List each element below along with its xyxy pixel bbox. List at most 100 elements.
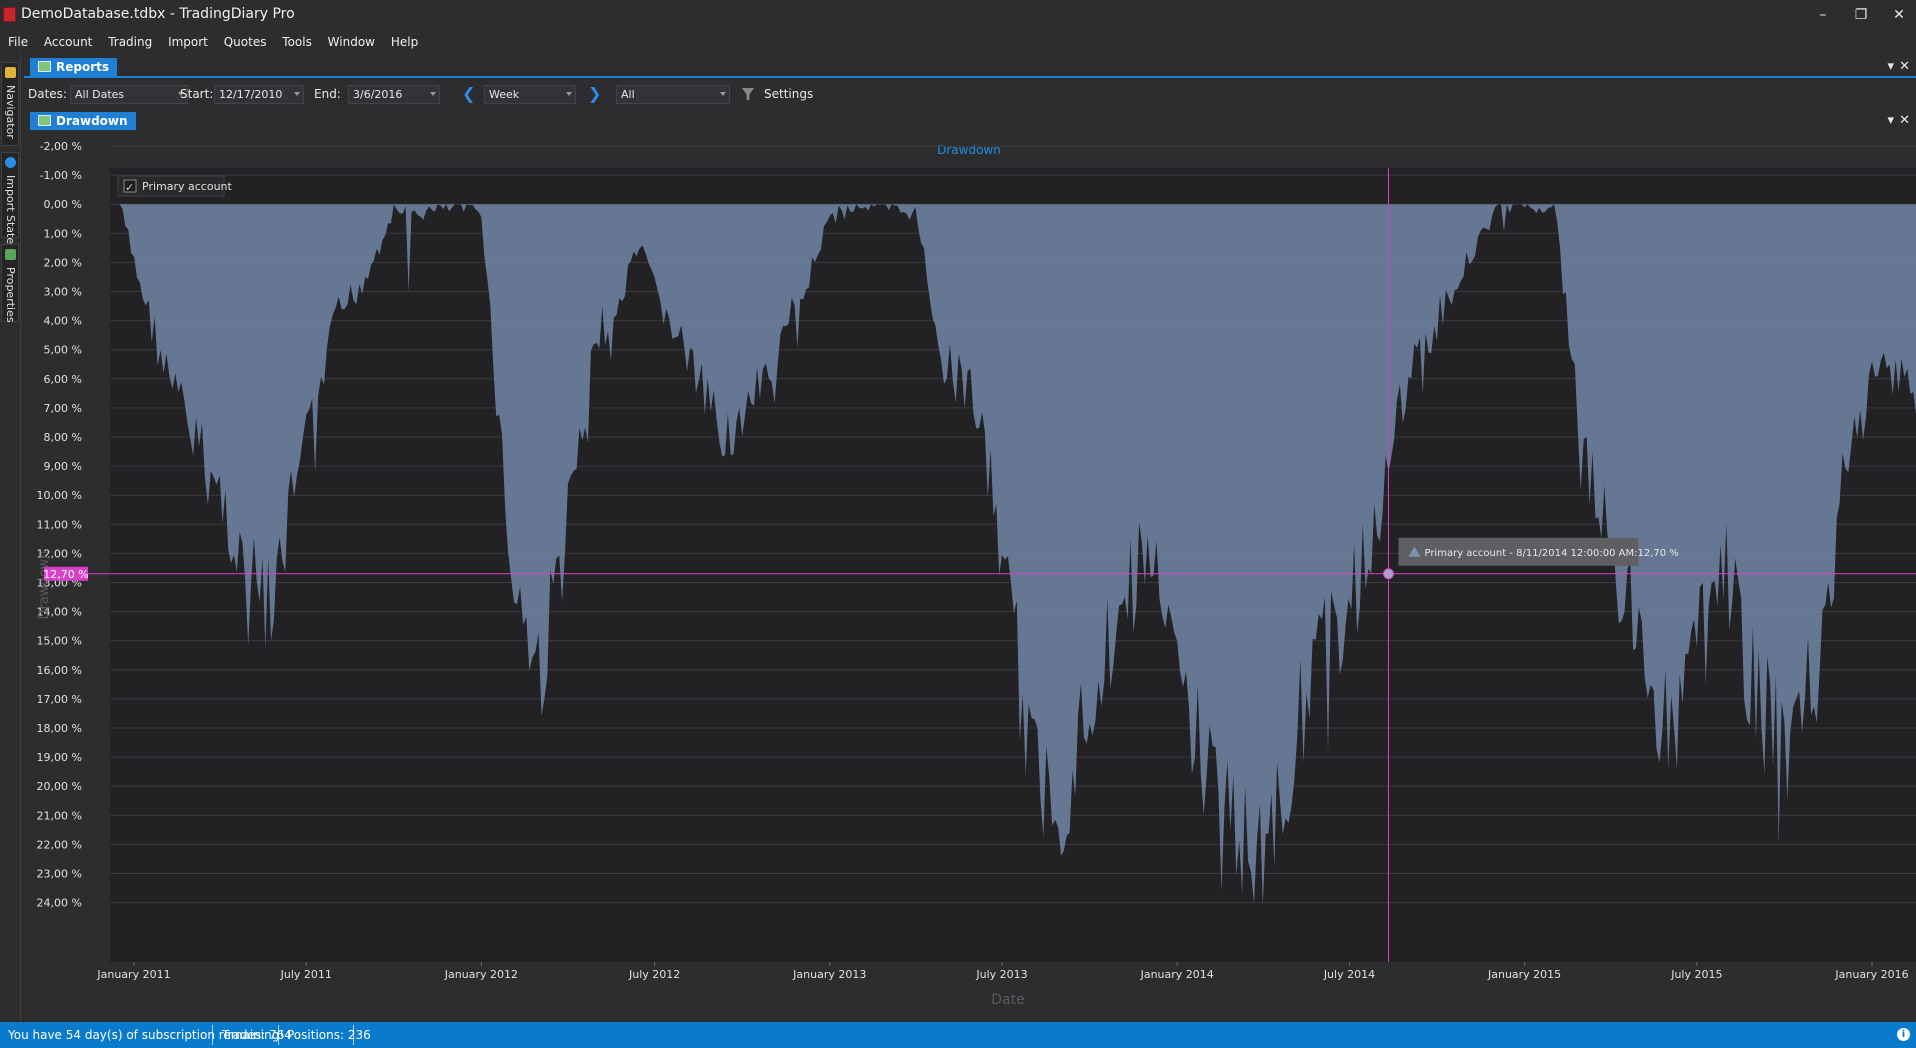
y-tick-label: 5,00 % xyxy=(44,344,82,357)
settings-button[interactable]: Settings xyxy=(764,87,813,101)
y-tick-label: -1,00 % xyxy=(40,169,82,182)
tab-drawdown[interactable]: Drawdown xyxy=(30,112,136,130)
x-axis-label: Date xyxy=(991,992,1024,1008)
y-axis-label: Drawdown xyxy=(37,550,52,619)
y-tick-label: 9,00 % xyxy=(44,460,82,473)
period-select[interactable]: Week xyxy=(484,85,576,104)
report-icon xyxy=(38,61,51,72)
y-tick-label: 18,00 % xyxy=(37,722,82,735)
close-button[interactable]: ✕ xyxy=(1884,4,1914,26)
y-tick-label: 3,00 % xyxy=(44,286,82,299)
chart-icon xyxy=(38,115,51,126)
minimize-button[interactable]: – xyxy=(1808,4,1838,26)
close-icon[interactable]: ✕ xyxy=(1899,112,1910,130)
drawdown-chart[interactable]: Drawdown -2,00 % -1,00 % 0,00 % 1,00 % 2,00 … xyxy=(24,130,1916,1020)
next-period-icon[interactable]: ❯ xyxy=(588,85,601,103)
x-tick-label: January 2012 xyxy=(444,968,518,981)
dates-select-value: All Dates xyxy=(75,88,125,101)
x-tick-label: January 2016 xyxy=(1834,968,1908,981)
previous-period-icon[interactable]: ❮ xyxy=(462,85,475,103)
sidebar-tab-properties[interactable]: Properties xyxy=(1,244,19,323)
sidebar-tab-label: Import State xyxy=(4,175,17,245)
x-tick-label: July 2013 xyxy=(975,968,1027,981)
y-tick-label: 22,00 % xyxy=(37,838,82,851)
chevron-down-icon xyxy=(430,92,436,96)
menu-file[interactable]: File xyxy=(2,30,34,52)
side-panel-tabs: Navigator Import State Properties xyxy=(0,54,21,1022)
y-tick-label: 23,00 % xyxy=(37,868,82,881)
menu-account[interactable]: Account xyxy=(38,30,98,52)
status-divider xyxy=(212,1025,213,1045)
x-tick-label: July 2014 xyxy=(1323,968,1375,981)
y-tick-label: 1,00 % xyxy=(44,227,82,240)
chevron-down-icon[interactable]: ▾ xyxy=(1887,58,1894,76)
sidebar-tab-label: Properties xyxy=(4,267,17,323)
reports-tab-bar: Reports ▾ ✕ xyxy=(24,58,1916,78)
x-tick-label: July 2012 xyxy=(628,968,680,981)
sidebar-tab-label: Navigator xyxy=(4,85,17,139)
dates-select[interactable]: All Dates xyxy=(70,85,188,104)
chevron-down-icon xyxy=(566,92,572,96)
info-icon xyxy=(5,157,16,168)
menu-help[interactable]: Help xyxy=(385,30,424,52)
x-tick-label: January 2014 xyxy=(1140,968,1214,981)
dates-label: Dates: xyxy=(28,87,67,101)
chevron-down-icon xyxy=(720,92,726,96)
status-bar: You have 54 day(s) of subscription remai… xyxy=(0,1022,1916,1048)
y-tick-label: 17,00 % xyxy=(37,693,82,706)
sidebar-tab-import-state[interactable]: Import State xyxy=(1,152,19,244)
properties-icon xyxy=(5,249,16,260)
sidebar-tab-navigator[interactable]: Navigator xyxy=(1,62,19,146)
positions-count: Positions: 236 xyxy=(287,1028,371,1042)
x-axis-ticks: January 2011 July 2011 January 2012 July 20… xyxy=(96,962,1909,981)
account-filter-select[interactable]: All xyxy=(616,85,730,104)
y-tick-label: 11,00 % xyxy=(37,518,82,531)
y-tick-label: 16,00 % xyxy=(37,664,82,677)
filter-icon[interactable] xyxy=(742,88,754,100)
start-label: Start: xyxy=(180,87,214,101)
start-date-picker[interactable]: 12/17/2010 xyxy=(214,85,304,104)
menu-trading[interactable]: Trading xyxy=(102,30,158,52)
x-tick-label: January 2013 xyxy=(792,968,866,981)
y-tick-label: 2,00 % xyxy=(44,256,82,269)
status-divider xyxy=(353,1025,354,1045)
x-tick-label: January 2011 xyxy=(96,968,170,981)
chevron-down-icon[interactable]: ▾ xyxy=(1887,112,1894,130)
end-date-picker[interactable]: 3/6/2016 xyxy=(348,85,440,104)
app-icon xyxy=(3,7,16,22)
y-tick-label: 4,00 % xyxy=(44,315,82,328)
y-tick-label: 15,00 % xyxy=(37,635,82,648)
report-toolbar: Dates: All Dates Start: 12/17/2010 End: … xyxy=(24,82,1916,108)
info-icon[interactable]: i xyxy=(1897,1028,1910,1041)
y-tick-label: -2,00 % xyxy=(40,140,82,153)
menu-window[interactable]: Window xyxy=(322,30,381,52)
legend: ✓ Primary account xyxy=(117,175,233,197)
y-axis-ticks: -2,00 % -1,00 % 0,00 % 1,00 % 2,00 % 3,00 % 4,… xyxy=(37,140,82,910)
menu-import[interactable]: Import xyxy=(162,30,214,52)
legend-label: Primary account xyxy=(142,180,233,193)
drawdown-chart-panel: Drawdown -2,00 % -1,00 % 0,00 % 1,00 % 2,00 … xyxy=(24,130,1916,1020)
tab-drawdown-label: Drawdown xyxy=(56,114,128,128)
tab-reports[interactable]: Reports xyxy=(30,58,118,76)
y-tick-label: 8,00 % xyxy=(44,431,82,444)
tab-reports-label: Reports xyxy=(56,60,110,74)
status-divider xyxy=(278,1025,279,1045)
end-label: End: xyxy=(314,87,341,101)
menu-quotes[interactable]: Quotes xyxy=(218,30,273,52)
y-tick-label: 6,00 % xyxy=(44,373,82,386)
y-tick-label: 19,00 % xyxy=(37,751,82,764)
x-tick-label: July 2015 xyxy=(1670,968,1722,981)
restore-button[interactable]: ❐ xyxy=(1846,4,1876,26)
x-tick-label: January 2015 xyxy=(1487,968,1561,981)
chart-title: Drawdown xyxy=(937,143,1001,157)
tooltip-text: Primary account - 8/11/2014 12:00:00 AM:… xyxy=(1424,548,1678,559)
x-tick-label: July 2011 xyxy=(280,968,332,981)
menu-tools[interactable]: Tools xyxy=(276,30,318,52)
crosshair-point xyxy=(1382,568,1394,580)
y-tick-label: 24,00 % xyxy=(37,897,82,910)
close-icon[interactable]: ✕ xyxy=(1899,58,1910,76)
title-bar: DemoDatabase.tdbx - TradingDiary Pro – ❐… xyxy=(0,0,1916,30)
y-tick-label: 0,00 % xyxy=(44,198,82,211)
check-icon: ✓ xyxy=(125,181,134,194)
drawdown-tab-bar: Drawdown ▾ ✕ xyxy=(24,112,1916,132)
